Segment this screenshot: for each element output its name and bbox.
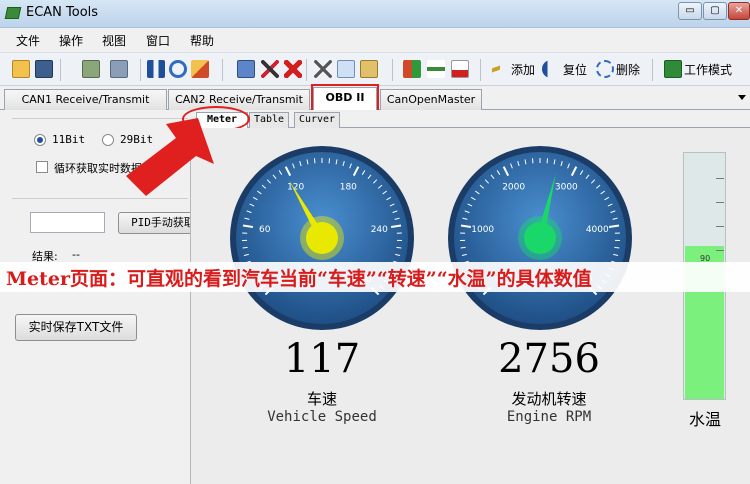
annotation-arrow xyxy=(126,118,214,196)
